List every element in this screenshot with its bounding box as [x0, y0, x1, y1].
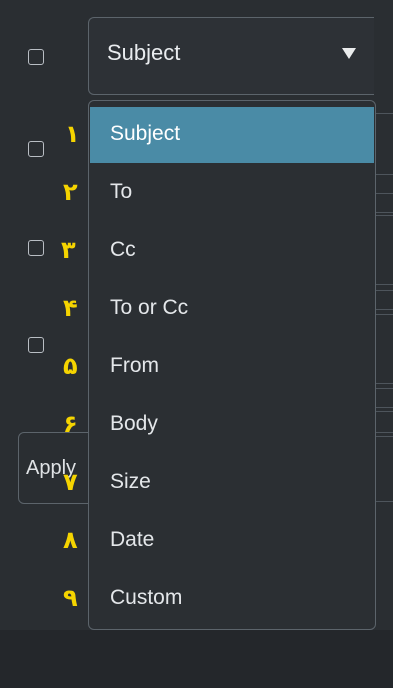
field-edge-6[interactable]	[374, 388, 393, 408]
row-checkbox-3[interactable]	[28, 337, 44, 353]
field-edge-7[interactable]	[374, 411, 393, 433]
field-dropdown-list: Subject To Cc To or Cc From Body Size Da…	[88, 100, 376, 630]
option-label: To or Cc	[110, 296, 189, 319]
annotation-number-1: ١	[65, 120, 80, 148]
annotation-number-4: ۴	[63, 294, 78, 322]
option-label: Date	[110, 528, 155, 551]
row-checkbox-1[interactable]	[28, 141, 44, 157]
field-edge-3[interactable]	[374, 215, 393, 285]
option-body[interactable]: Body	[90, 397, 374, 453]
option-to-or-cc[interactable]: To or Cc	[90, 281, 374, 337]
field-edge-2[interactable]	[374, 193, 393, 213]
option-label: Custom	[110, 586, 183, 609]
annotation-number-6: ۶	[63, 410, 78, 438]
row-checkbox-header[interactable]	[28, 49, 44, 65]
option-subject[interactable]: Subject	[90, 107, 374, 163]
annotation-number-2: ٢	[63, 178, 78, 206]
field-edge-1[interactable]	[374, 113, 393, 175]
option-to[interactable]: To	[90, 165, 374, 221]
row-checkbox-2[interactable]	[28, 240, 44, 256]
option-label: Body	[110, 412, 158, 435]
option-cc[interactable]: Cc	[90, 223, 374, 279]
annotation-number-9: ٩	[63, 584, 78, 612]
option-label: Subject	[110, 122, 181, 145]
bottom-band	[0, 630, 393, 688]
option-date[interactable]: Date	[90, 513, 374, 569]
option-size[interactable]: Size	[90, 455, 374, 511]
option-custom[interactable]: Custom	[90, 571, 374, 627]
option-label: Cc	[110, 238, 136, 261]
field-selector-combobox[interactable]: Subject	[88, 17, 374, 95]
option-label: From	[110, 354, 159, 377]
annotation-number-7: ٧	[63, 468, 78, 496]
option-label: To	[110, 180, 133, 203]
annotation-number-3: ٣	[61, 236, 76, 264]
option-label: Size	[110, 470, 151, 493]
triangle-down-icon[interactable]	[342, 48, 356, 59]
option-from[interactable]: From	[90, 339, 374, 395]
field-edge-4[interactable]	[374, 290, 393, 310]
field-edge-5[interactable]	[374, 314, 393, 384]
annotation-number-8: ٨	[63, 526, 78, 554]
annotation-number-5: ۵	[63, 352, 78, 380]
combobox-selected-value: Subject	[107, 40, 181, 65]
field-edge-8[interactable]	[374, 436, 393, 502]
